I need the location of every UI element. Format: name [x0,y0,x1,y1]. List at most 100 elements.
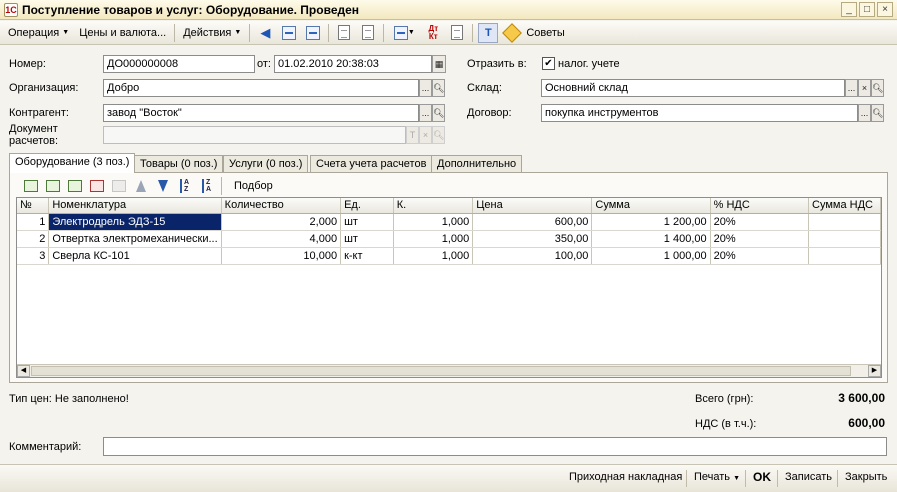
cell-quantity[interactable]: 10,000 [221,247,342,265]
field-edit-icon[interactable]: T [478,22,499,43]
cell-vat-sum[interactable] [808,247,881,265]
contract-field[interactable]: покупка инструментов [541,104,858,122]
cell-nomenclature[interactable]: Отвертка электромеханически... [48,230,222,248]
maximize-button[interactable]: □ [859,2,875,17]
col-header-vat-sum[interactable]: Сумма НДС [808,198,881,214]
organization-select-button[interactable]: ... [419,79,432,97]
move-up-icon[interactable] [130,177,151,195]
cell-number[interactable]: 1 [17,213,50,231]
cell-price[interactable]: 100,00 [472,247,593,265]
col-header-unit[interactable]: Ед. [340,198,394,214]
end-edit-icon[interactable] [108,177,129,195]
tab-additional[interactable]: Дополнительно [431,155,523,172]
copy-row-icon[interactable] [42,177,63,195]
cell-sum[interactable]: 1 200,00 [591,213,711,231]
cell-nomenclature[interactable]: Сверла КС-101 [48,247,222,265]
col-header-vat-rate[interactable]: % НДС [710,198,810,214]
col-header-coefficient[interactable]: К. [393,198,474,214]
settlement-clear-button[interactable]: × [419,126,432,144]
col-header-sum[interactable]: Сумма [591,198,711,214]
cell-price[interactable]: 350,00 [472,230,593,248]
cell-sum[interactable]: 1 000,00 [591,247,711,265]
col-header-number[interactable]: № [17,198,50,214]
cell-quantity[interactable]: 4,000 [221,230,342,248]
table-row[interactable]: 2 Отвертка электромеханически... 4,000 ш… [17,230,881,248]
tips-button[interactable]: Советы [500,22,569,43]
tax-accounting-checkbox[interactable]: ✔ [542,57,555,70]
cell-vat-rate[interactable]: 20% [710,213,810,231]
cell-coefficient[interactable]: 1,000 [393,230,474,248]
warehouse-open-button[interactable]: 🔍︎ [871,79,884,97]
contract-select-button[interactable]: ... [858,104,871,122]
cell-number[interactable]: 3 [17,247,50,265]
organization-open-button[interactable]: 🔍︎ [432,79,445,97]
close-window-button[interactable]: × [877,2,893,17]
warehouse-select-button[interactable]: ... [845,79,858,97]
move-down-icon[interactable] [152,177,173,195]
tab-services[interactable]: Услуги (0 поз.) [223,155,309,172]
col-header-quantity[interactable]: Количество [221,198,342,214]
refresh-doc-icon[interactable] [279,23,299,43]
tab-equipment[interactable]: Оборудование (3 поз.) [9,153,136,173]
settlement-document-field[interactable] [103,126,406,144]
dtkt-icon[interactable]: Дт Кт [423,23,443,43]
cell-coefficient[interactable]: 1,000 [393,247,474,265]
col-header-nomenclature[interactable]: Номенклатура [48,198,222,214]
cell-unit[interactable]: к-кт [340,247,394,265]
unpost-doc-icon[interactable] [358,23,378,43]
sort-desc-icon[interactable]: ZA [196,177,217,195]
close-button[interactable]: Закрыть [843,471,889,483]
settlement-open-button[interactable]: 🔍︎ [432,126,445,144]
horizontal-scrollbar[interactable]: ◀ ▶ [17,364,881,377]
warehouse-field[interactable]: Основний склад [541,79,845,97]
cell-coefficient[interactable]: 1,000 [393,213,474,231]
contractor-select-button[interactable]: ... [419,104,432,122]
settlement-type-button[interactable]: T [406,126,419,144]
date-field[interactable]: 01.02.2010 20:38:03 [274,55,432,73]
warehouse-clear-button[interactable]: × [858,79,871,97]
ok-button[interactable]: OK [751,470,773,484]
back-arrow-icon[interactable]: ◀ [255,23,275,43]
comment-field[interactable] [103,437,887,456]
number-field[interactable]: ДО000000008 [103,55,255,73]
prices-currency-button[interactable]: Цены и валюта... [74,25,171,41]
cell-vat-sum[interactable] [808,213,881,231]
print-menu-button[interactable]: Печать ▼ [692,471,742,483]
scroll-left-icon[interactable]: ◀ [17,365,30,377]
post-doc-icon[interactable] [334,23,354,43]
save-button[interactable]: Записать [783,471,834,483]
cell-vat-sum[interactable] [808,230,881,248]
cell-unit[interactable]: шт [340,230,394,248]
actions-menu[interactable]: Действия ▼ [178,25,246,41]
add-row-icon[interactable] [20,177,41,195]
contractor-field[interactable]: завод "Восток" [103,104,419,122]
operation-menu[interactable]: Операция ▼ [3,25,74,41]
edit-row-icon[interactable] [64,177,85,195]
structure-icon[interactable] [447,23,467,43]
contractor-open-button[interactable]: 🔍︎ [432,104,445,122]
table-row[interactable]: 1 Электродрель ЭДЗ-15 2,000 шт 1,000 600… [17,213,881,231]
minimize-button[interactable]: _ [841,2,857,17]
cell-unit[interactable]: шт [340,213,394,231]
tab-goods[interactable]: Товары (0 поз.) [134,155,224,172]
cell-vat-rate[interactable]: 20% [710,247,810,265]
price-type-text[interactable]: Тип цен: Не заполнено! [9,393,129,405]
cell-price[interactable]: 600,00 [472,213,593,231]
scrollbar-thumb[interactable] [31,366,851,376]
cell-sum[interactable]: 1 400,00 [591,230,711,248]
cell-vat-rate[interactable]: 20% [710,230,810,248]
sort-asc-icon[interactable]: AZ [174,177,195,195]
cell-quantity[interactable]: 2,000 [221,213,342,231]
cell-number[interactable]: 2 [17,230,50,248]
tab-settlement-accounts[interactable]: Счета учета расчетов [310,155,433,172]
calendar-icon[interactable]: ▦ [432,55,446,73]
contract-open-button[interactable]: 🔍︎ [871,104,884,122]
invoice-print-button[interactable]: Приходная накладная [567,471,684,483]
col-header-price[interactable]: Цена [472,198,593,214]
cell-nomenclature[interactable]: Электродрель ЭДЗ-15 [48,213,222,231]
organization-field[interactable]: Добро [103,79,419,97]
copy-doc-icon[interactable] [303,23,323,43]
table-row[interactable]: 3 Сверла КС-101 10,000 к-кт 1,000 100,00… [17,247,881,265]
selection-button[interactable]: Подбор [230,178,277,194]
scroll-right-icon[interactable]: ▶ [868,365,881,377]
